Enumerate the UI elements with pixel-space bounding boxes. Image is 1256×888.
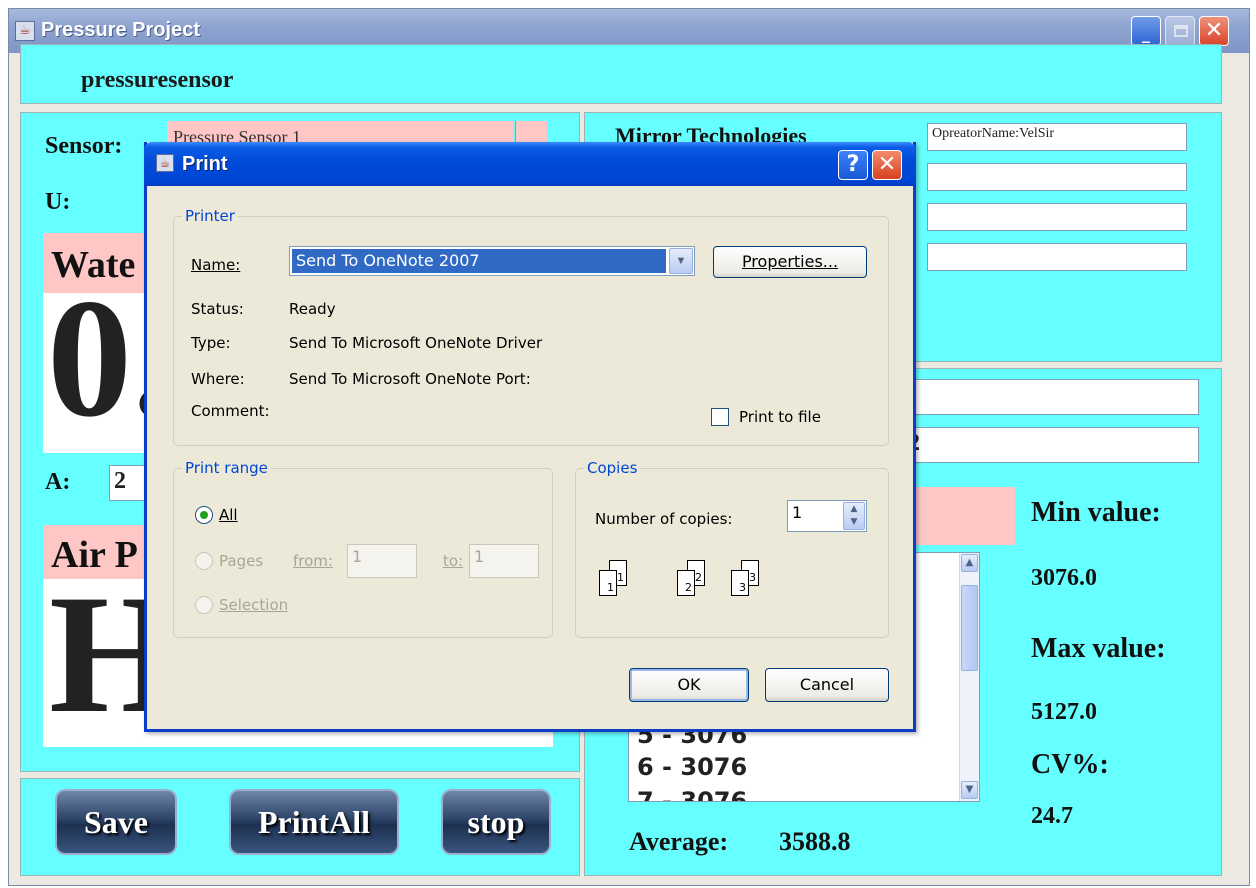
to-input[interactable]: 1 xyxy=(469,544,539,578)
where-value: Send To Microsoft OneNote Port: xyxy=(289,370,531,388)
minimize-button[interactable]: _ xyxy=(1131,16,1161,46)
list-scrollbar[interactable]: ▲ ▼ xyxy=(959,553,979,801)
printall-button[interactable]: PrintAll xyxy=(229,789,399,855)
spinner-arrows-icon[interactable]: ▲ ▼ xyxy=(843,502,865,530)
properties-button-label: Properties... xyxy=(741,252,839,271)
name-label: Name: xyxy=(191,256,241,274)
header-panel: pressuresensor xyxy=(20,44,1222,104)
max-value: 5127.0 xyxy=(1031,699,1097,725)
chevron-down-icon[interactable]: ▼ xyxy=(669,248,693,274)
page-icon: 1 xyxy=(599,570,617,596)
cv-label: CV%: xyxy=(1031,749,1109,780)
java-dialog-icon: ☕ xyxy=(156,154,174,172)
number-of-copies-label: Number of copies: xyxy=(595,510,733,528)
scroll-thumb[interactable] xyxy=(961,585,978,671)
print-dialog: ☕ Print ? ✕ Printer Name: Send To OneNot… xyxy=(144,142,916,732)
all-radio[interactable] xyxy=(195,506,213,524)
maximize-icon xyxy=(1174,25,1188,37)
page-icon: 3 xyxy=(731,570,749,596)
scroll-up-icon[interactable]: ▲ xyxy=(961,554,978,572)
from-label: from: xyxy=(293,552,333,570)
printer-name-value: Send To OneNote 2007 xyxy=(292,249,666,273)
a-label: A: xyxy=(45,469,71,495)
pages-radio[interactable] xyxy=(195,552,213,570)
radio-selected-dot xyxy=(200,511,208,519)
stop-button[interactable]: stop xyxy=(441,789,551,855)
list-item[interactable]: 6 - 3076 xyxy=(637,753,747,781)
print-range-group-label: Print range xyxy=(182,459,271,477)
properties-button[interactable]: Properties... xyxy=(713,246,867,278)
max-value-label: Max value: xyxy=(1031,633,1166,664)
all-label[interactable]: All xyxy=(219,506,238,524)
ok-button[interactable]: OK xyxy=(629,668,749,702)
print-dialog-titlebar[interactable]: ☕ Print ? ✕ xyxy=(144,142,916,186)
help-button[interactable]: ? xyxy=(838,150,868,180)
comment-label: Comment: xyxy=(191,402,270,420)
operator-field[interactable]: OpreatorName:VelSir xyxy=(927,123,1187,151)
selection-label[interactable]: Selection xyxy=(219,596,288,614)
info-field-3[interactable] xyxy=(927,203,1187,231)
u-label: U: xyxy=(45,189,71,215)
print-to-file-label[interactable]: Print to file xyxy=(739,408,821,426)
to-label: to: xyxy=(443,552,464,570)
java-app-icon: ☕ xyxy=(15,21,35,41)
from-input[interactable]: 1 xyxy=(347,544,417,578)
close-window-button[interactable]: ✕ xyxy=(1199,16,1229,46)
min-value: 3076.0 xyxy=(1031,565,1097,591)
selection-radio[interactable] xyxy=(195,596,213,614)
copies-group: Copies xyxy=(575,459,889,638)
type-value: Send To Microsoft OneNote Driver xyxy=(289,334,543,352)
print-to-file-checkbox[interactable] xyxy=(711,408,729,426)
info-field-2[interactable] xyxy=(927,163,1187,191)
pages-label[interactable]: Pages xyxy=(219,552,263,570)
info-field-4[interactable] xyxy=(927,243,1187,271)
cv-value: 24.7 xyxy=(1031,803,1073,829)
list-item[interactable]: 7 - 3076 xyxy=(637,787,747,801)
copies-value: 1 xyxy=(792,503,803,522)
where-label: Where: xyxy=(191,370,245,388)
type-label: Type: xyxy=(191,334,231,352)
scroll-down-icon[interactable]: ▼ xyxy=(961,781,978,799)
status-label: Status: xyxy=(191,300,244,318)
copies-spinner[interactable]: 1 ▲ ▼ xyxy=(787,500,867,532)
min-value-label: Min value: xyxy=(1031,497,1161,528)
average-value: 3588.8 xyxy=(779,827,851,856)
print-dialog-title: Print xyxy=(182,153,228,175)
page-icon: 2 xyxy=(677,570,695,596)
close-dialog-button[interactable]: ✕ xyxy=(872,150,902,180)
cancel-button[interactable]: Cancel xyxy=(765,668,889,702)
sensor-label: Sensor: xyxy=(45,133,123,159)
window-title: Pressure Project xyxy=(41,19,200,41)
copies-group-label: Copies xyxy=(584,459,641,477)
save-button[interactable]: Save xyxy=(55,789,177,855)
maximize-button[interactable] xyxy=(1165,16,1195,46)
printer-name-select[interactable]: Send To OneNote 2007 ▼ xyxy=(289,246,695,276)
button-panel: Save PrintAll stop xyxy=(20,778,580,876)
average-label: Average: xyxy=(629,827,729,856)
status-value: Ready xyxy=(289,300,336,318)
printer-group-label: Printer xyxy=(182,207,238,225)
header-title: pressuresensor xyxy=(81,67,234,93)
